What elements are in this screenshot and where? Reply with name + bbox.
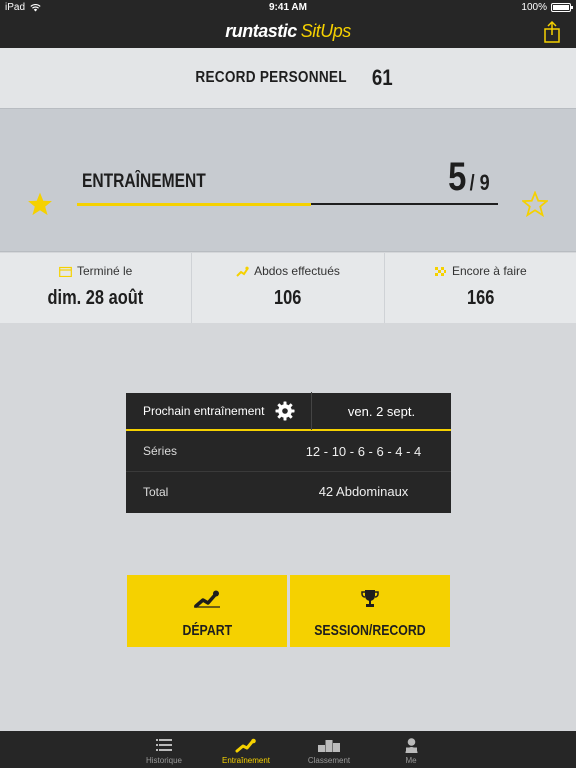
stat-finished-label: Terminé le <box>76 264 133 278</box>
stat-done-value: 106 <box>274 287 302 309</box>
stat-remaining-label: Encore à faire <box>451 264 527 278</box>
record-label: RECORD PERSONNEL <box>195 69 347 86</box>
stats-row: Terminé le dim. 28 août Abdos effectués … <box>0 253 576 323</box>
situp-icon <box>193 588 221 610</box>
stat-done: Abdos effectués 106 <box>191 253 383 323</box>
status-time: 9:41 AM <box>269 2 307 13</box>
tab-me-label: Me <box>405 756 417 765</box>
training-label: ENTRAÎNEMENT <box>82 171 206 192</box>
next-training-title: Prochain entraînement <box>143 404 265 418</box>
session-record-button[interactable]: SESSION/RECORD <box>290 575 450 647</box>
stat-remaining: Encore à faire 166 <box>383 253 576 323</box>
situp-icon <box>236 266 249 277</box>
series-label: Séries <box>143 444 178 458</box>
tab-history-label: Historique <box>145 756 182 765</box>
record-value: 61 <box>371 65 393 90</box>
start-button[interactable]: DÉPART <box>127 575 287 647</box>
training-current: 5 <box>448 155 467 199</box>
gear-icon[interactable] <box>272 398 298 424</box>
tab-training-label: Entraînement <box>221 756 271 765</box>
personal-record: RECORD PERSONNEL 61 <box>0 48 576 108</box>
share-icon[interactable] <box>542 20 562 44</box>
tab-training[interactable]: Entraînement <box>206 731 286 768</box>
situp-icon <box>235 737 257 753</box>
checkered-flag-icon <box>434 266 446 276</box>
trophy-icon <box>361 588 379 610</box>
tab-bar: Historique Entraînement Classement Me <box>0 731 576 768</box>
tab-history[interactable]: Historique <box>124 731 204 768</box>
next-training-card: Prochain entraînement ven. 2 sept. Série… <box>126 392 451 513</box>
stat-done-label: Abdos effectués <box>254 264 340 278</box>
training-progress-fill <box>77 202 311 206</box>
series-value: 12 - 10 - 6 - 6 - 4 - 4 <box>305 443 422 459</box>
podium-icon <box>318 737 340 753</box>
calendar-icon <box>59 266 72 277</box>
session-record-button-label: SESSION/RECORD <box>314 622 426 639</box>
user-icon <box>405 737 418 753</box>
star-filled-icon <box>28 192 52 216</box>
logo-brand: runtastic <box>225 21 297 41</box>
stat-remaining-value: 166 <box>466 287 494 309</box>
next-training-header: Prochain entraînement ven. 2 sept. <box>126 392 451 431</box>
tab-ranking[interactable]: Classement <box>289 731 369 768</box>
list-icon <box>156 737 172 753</box>
total-value: 42 Abdominaux <box>318 484 409 499</box>
nav-bar: runtastic SitUps <box>0 16 576 48</box>
stat-finished-value: dim. 28 août <box>47 287 144 309</box>
start-button-label: DÉPART <box>182 622 232 639</box>
stat-finished: Terminé le dim. 28 août <box>0 253 191 323</box>
training-total: / 9 <box>469 170 490 195</box>
battery-percent: 100% <box>521 2 547 13</box>
tab-me[interactable]: Me <box>371 731 451 768</box>
series-row: Séries 12 - 10 - 6 - 6 - 4 - 4 <box>126 431 451 471</box>
training-count: 5/ 9 <box>448 155 490 200</box>
battery-icon <box>551 3 573 12</box>
app-logo: runtastic SitUps <box>0 21 576 42</box>
training-progress-bar <box>77 202 498 206</box>
tab-ranking-label: Classement <box>307 756 351 765</box>
training-progress-panel: ENTRAÎNEMENT 5/ 9 <box>0 108 576 252</box>
total-label: Total <box>143 484 169 499</box>
logo-product: SitUps <box>300 21 352 41</box>
total-row: Total 42 Abdominaux <box>126 471 451 511</box>
status-right: 100% <box>521 2 573 13</box>
next-training-date[interactable]: ven. 2 sept. <box>312 404 451 419</box>
status-bar: iPad 9:41 AM 100% <box>0 0 576 16</box>
star-outline-icon <box>522 191 548 217</box>
